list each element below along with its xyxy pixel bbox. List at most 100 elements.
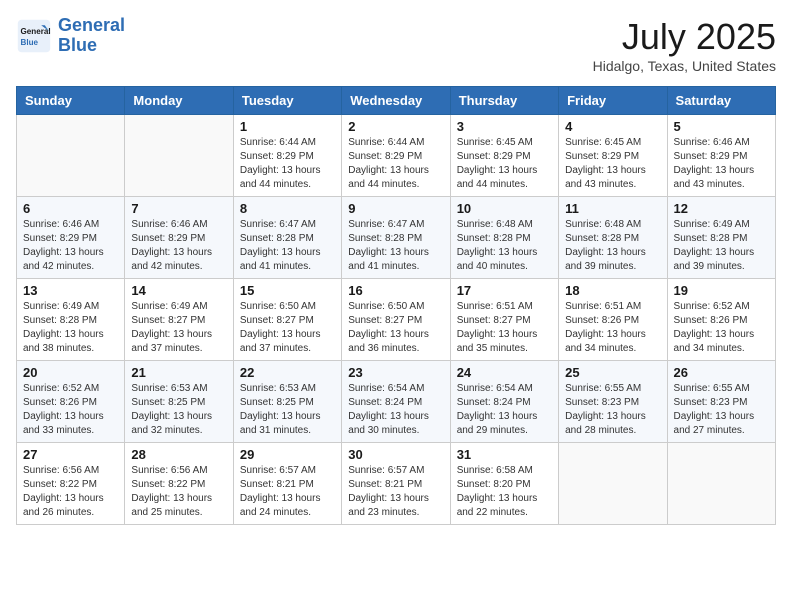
day-number: 15 bbox=[240, 283, 335, 298]
day-number: 26 bbox=[674, 365, 769, 380]
calendar-day-cell: 19 Sunrise: 6:52 AM Sunset: 8:26 PM Dayli… bbox=[667, 279, 775, 361]
weekday-header: Thursday bbox=[450, 87, 558, 115]
calendar-day-cell bbox=[125, 115, 233, 197]
day-detail: Sunrise: 6:57 AM Sunset: 8:21 PM Dayligh… bbox=[348, 464, 443, 520]
day-number: 27 bbox=[23, 447, 118, 462]
day-detail: Sunrise: 6:50 AM Sunset: 8:27 PM Dayligh… bbox=[240, 300, 335, 356]
calendar-day-cell: 27 Sunrise: 6:56 AM Sunset: 8:22 PM Dayli… bbox=[17, 443, 125, 525]
calendar-day-cell: 12Sunrise: 6:49 AM Sunset: 8:28 PM Dayli… bbox=[667, 197, 775, 279]
day-detail: Sunrise: 6:54 AM Sunset: 8:24 PM Dayligh… bbox=[457, 382, 552, 438]
calendar-day-cell: 15 Sunrise: 6:50 AM Sunset: 8:27 PM Dayli… bbox=[233, 279, 341, 361]
day-detail: Sunrise: 6:44 AM Sunset: 8:29 PM Dayligh… bbox=[348, 136, 443, 192]
month-year-title: July 2025 bbox=[593, 16, 776, 58]
day-detail: Sunrise: 6:45 AM Sunset: 8:29 PM Dayligh… bbox=[457, 136, 552, 192]
location-subtitle: Hidalgo, Texas, United States bbox=[593, 58, 776, 74]
calendar-week-row: 13Sunrise: 6:49 AM Sunset: 8:28 PM Dayli… bbox=[17, 279, 776, 361]
calendar-day-cell: 2 Sunrise: 6:44 AM Sunset: 8:29 PM Daylig… bbox=[342, 115, 450, 197]
day-number: 14 bbox=[131, 283, 226, 298]
title-block: July 2025 Hidalgo, Texas, United States bbox=[593, 16, 776, 74]
calendar-day-cell: 21 Sunrise: 6:53 AM Sunset: 8:25 PM Dayli… bbox=[125, 361, 233, 443]
day-number: 18 bbox=[565, 283, 660, 298]
day-number: 25 bbox=[565, 365, 660, 380]
day-detail: Sunrise: 6:47 AM Sunset: 8:28 PM Dayligh… bbox=[240, 218, 335, 274]
calendar-day-cell: 17 Sunrise: 6:51 AM Sunset: 8:27 PM Dayli… bbox=[450, 279, 558, 361]
day-number: 7 bbox=[131, 201, 226, 216]
page-header: General Blue GeneralBlue July 2025 Hidal… bbox=[16, 16, 776, 74]
calendar-day-cell: 13Sunrise: 6:49 AM Sunset: 8:28 PM Dayli… bbox=[17, 279, 125, 361]
day-number: 24 bbox=[457, 365, 552, 380]
day-number: 11 bbox=[565, 201, 660, 216]
calendar-day-cell: 1 Sunrise: 6:44 AM Sunset: 8:29 PM Daylig… bbox=[233, 115, 341, 197]
calendar-day-cell: 6 Sunrise: 6:46 AM Sunset: 8:29 PM Daylig… bbox=[17, 197, 125, 279]
weekday-header: Wednesday bbox=[342, 87, 450, 115]
day-number: 12 bbox=[674, 201, 769, 216]
day-number: 5 bbox=[674, 119, 769, 134]
day-detail: Sunrise: 6:46 AM Sunset: 8:29 PM Dayligh… bbox=[674, 136, 769, 192]
calendar-day-cell: 10 Sunrise: 6:48 AM Sunset: 8:28 PM Dayli… bbox=[450, 197, 558, 279]
day-detail: Sunrise: 6:49 AM Sunset: 8:28 PM Dayligh… bbox=[23, 300, 118, 356]
day-number: 29 bbox=[240, 447, 335, 462]
calendar-day-cell: 14 Sunrise: 6:49 AM Sunset: 8:27 PM Dayli… bbox=[125, 279, 233, 361]
weekday-header: Sunday bbox=[17, 87, 125, 115]
day-number: 6 bbox=[23, 201, 118, 216]
day-number: 16 bbox=[348, 283, 443, 298]
day-number: 2 bbox=[348, 119, 443, 134]
day-number: 31 bbox=[457, 447, 552, 462]
calendar-day-cell: 25Sunrise: 6:55 AM Sunset: 8:23 PM Dayli… bbox=[559, 361, 667, 443]
day-number: 19 bbox=[674, 283, 769, 298]
calendar-header-row: SundayMondayTuesdayWednesdayThursdayFrid… bbox=[17, 87, 776, 115]
calendar-day-cell: 26 Sunrise: 6:55 AM Sunset: 8:23 PM Dayli… bbox=[667, 361, 775, 443]
day-number: 10 bbox=[457, 201, 552, 216]
day-number: 21 bbox=[131, 365, 226, 380]
day-detail: Sunrise: 6:53 AM Sunset: 8:25 PM Dayligh… bbox=[240, 382, 335, 438]
day-detail: Sunrise: 6:50 AM Sunset: 8:27 PM Dayligh… bbox=[348, 300, 443, 356]
calendar-day-cell: 8 Sunrise: 6:47 AM Sunset: 8:28 PM Daylig… bbox=[233, 197, 341, 279]
day-detail: Sunrise: 6:57 AM Sunset: 8:21 PM Dayligh… bbox=[240, 464, 335, 520]
day-detail: Sunrise: 6:52 AM Sunset: 8:26 PM Dayligh… bbox=[23, 382, 118, 438]
calendar-day-cell: 9 Sunrise: 6:47 AM Sunset: 8:28 PM Daylig… bbox=[342, 197, 450, 279]
weekday-header: Friday bbox=[559, 87, 667, 115]
day-detail: Sunrise: 6:54 AM Sunset: 8:24 PM Dayligh… bbox=[348, 382, 443, 438]
day-detail: Sunrise: 6:51 AM Sunset: 8:26 PM Dayligh… bbox=[565, 300, 660, 356]
calendar-day-cell: 31 Sunrise: 6:58 AM Sunset: 8:20 PM Dayli… bbox=[450, 443, 558, 525]
logo: General Blue GeneralBlue bbox=[16, 16, 125, 56]
logo-icon: General Blue bbox=[16, 18, 52, 54]
calendar-day-cell: 22 Sunrise: 6:53 AM Sunset: 8:25 PM Dayli… bbox=[233, 361, 341, 443]
weekday-header: Saturday bbox=[667, 87, 775, 115]
calendar-day-cell bbox=[17, 115, 125, 197]
day-detail: Sunrise: 6:47 AM Sunset: 8:28 PM Dayligh… bbox=[348, 218, 443, 274]
day-number: 20 bbox=[23, 365, 118, 380]
day-detail: Sunrise: 6:53 AM Sunset: 8:25 PM Dayligh… bbox=[131, 382, 226, 438]
calendar-day-cell: 23 Sunrise: 6:54 AM Sunset: 8:24 PM Dayli… bbox=[342, 361, 450, 443]
day-number: 1 bbox=[240, 119, 335, 134]
day-number: 4 bbox=[565, 119, 660, 134]
weekday-header: Tuesday bbox=[233, 87, 341, 115]
day-detail: Sunrise: 6:46 AM Sunset: 8:29 PM Dayligh… bbox=[131, 218, 226, 274]
calendar-week-row: 20 Sunrise: 6:52 AM Sunset: 8:26 PM Dayli… bbox=[17, 361, 776, 443]
day-number: 23 bbox=[348, 365, 443, 380]
day-detail: Sunrise: 6:45 AM Sunset: 8:29 PM Dayligh… bbox=[565, 136, 660, 192]
day-number: 17 bbox=[457, 283, 552, 298]
calendar-table: SundayMondayTuesdayWednesdayThursdayFrid… bbox=[16, 86, 776, 525]
day-number: 22 bbox=[240, 365, 335, 380]
day-detail: Sunrise: 6:56 AM Sunset: 8:22 PM Dayligh… bbox=[23, 464, 118, 520]
day-detail: Sunrise: 6:46 AM Sunset: 8:29 PM Dayligh… bbox=[23, 218, 118, 274]
day-number: 8 bbox=[240, 201, 335, 216]
logo-text: GeneralBlue bbox=[58, 16, 125, 56]
calendar-day-cell: 11 Sunrise: 6:48 AM Sunset: 8:28 PM Dayli… bbox=[559, 197, 667, 279]
day-detail: Sunrise: 6:58 AM Sunset: 8:20 PM Dayligh… bbox=[457, 464, 552, 520]
day-detail: Sunrise: 6:52 AM Sunset: 8:26 PM Dayligh… bbox=[674, 300, 769, 356]
svg-text:Blue: Blue bbox=[21, 38, 39, 47]
day-detail: Sunrise: 6:48 AM Sunset: 8:28 PM Dayligh… bbox=[457, 218, 552, 274]
day-detail: Sunrise: 6:55 AM Sunset: 8:23 PM Dayligh… bbox=[674, 382, 769, 438]
day-detail: Sunrise: 6:44 AM Sunset: 8:29 PM Dayligh… bbox=[240, 136, 335, 192]
day-number: 9 bbox=[348, 201, 443, 216]
calendar-day-cell: 5 Sunrise: 6:46 AM Sunset: 8:29 PM Daylig… bbox=[667, 115, 775, 197]
calendar-week-row: 27 Sunrise: 6:56 AM Sunset: 8:22 PM Dayli… bbox=[17, 443, 776, 525]
calendar-day-cell: 29 Sunrise: 6:57 AM Sunset: 8:21 PM Dayli… bbox=[233, 443, 341, 525]
day-number: 30 bbox=[348, 447, 443, 462]
day-detail: Sunrise: 6:48 AM Sunset: 8:28 PM Dayligh… bbox=[565, 218, 660, 274]
day-detail: Sunrise: 6:49 AM Sunset: 8:27 PM Dayligh… bbox=[131, 300, 226, 356]
calendar-day-cell: 3Sunrise: 6:45 AM Sunset: 8:29 PM Daylig… bbox=[450, 115, 558, 197]
day-detail: Sunrise: 6:51 AM Sunset: 8:27 PM Dayligh… bbox=[457, 300, 552, 356]
